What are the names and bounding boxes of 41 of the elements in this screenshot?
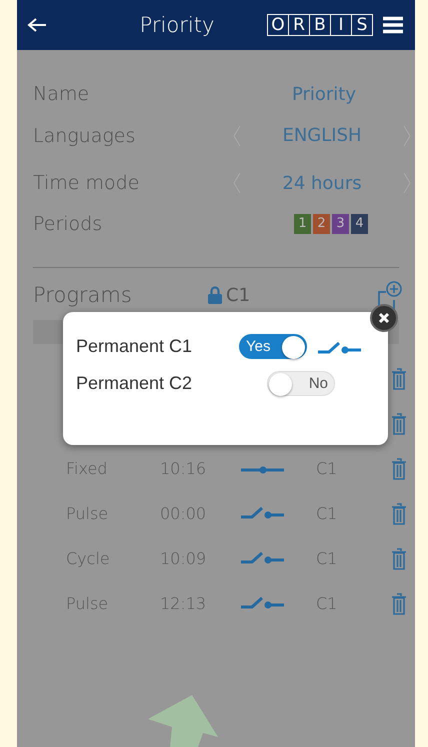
toggle-switch[interactable]: No xyxy=(267,371,335,396)
logo: O R B I S xyxy=(267,14,373,36)
program-time: 00:00 xyxy=(160,504,208,523)
setting-label: Languages xyxy=(33,124,136,146)
period-tag[interactable]: 1 xyxy=(294,214,311,234)
menu-icon[interactable] xyxy=(383,16,403,34)
program-type: Cycle xyxy=(65,549,111,568)
close-icon xyxy=(378,312,390,324)
period-tag[interactable]: 2 xyxy=(313,214,330,234)
back-arrow-icon[interactable] xyxy=(27,17,47,33)
program-channel: C1 xyxy=(316,594,338,613)
program-channel: C1 xyxy=(316,459,338,478)
setting-label: Name xyxy=(33,83,90,105)
arrow-icon xyxy=(148,695,218,747)
program-channel: C1 xyxy=(316,549,338,568)
trash-icon[interactable] xyxy=(391,546,407,570)
program-time: 10:09 xyxy=(160,549,208,568)
toggle-switch[interactable]: Yes xyxy=(239,334,307,359)
trash-icon[interactable] xyxy=(391,412,407,436)
page-title: Priority xyxy=(138,13,216,37)
program-type: Pulse xyxy=(65,594,110,613)
setting-value: ENGLISH xyxy=(281,125,363,146)
setting-value: 24 hours xyxy=(281,172,363,194)
trash-icon[interactable] xyxy=(391,367,407,391)
trash-icon[interactable] xyxy=(391,592,407,616)
program-time: 12:13 xyxy=(160,594,208,613)
close-button[interactable] xyxy=(370,304,398,332)
program-type: Pulse xyxy=(65,504,110,523)
program-type: Fixed xyxy=(65,459,108,478)
setting-label: Periods xyxy=(33,213,104,235)
setting-label: Time mode xyxy=(33,172,140,194)
period-tag[interactable]: 4 xyxy=(351,214,368,234)
trash-icon[interactable] xyxy=(391,502,407,526)
option-label: Permanent C1 xyxy=(76,336,194,357)
section-title: Programs xyxy=(33,283,133,307)
trash-icon[interactable] xyxy=(391,456,407,480)
period-tag[interactable]: 3 xyxy=(332,214,349,234)
program-channel: C1 xyxy=(316,504,338,523)
channel-label: C1 xyxy=(226,284,252,306)
option-label: Permanent C2 xyxy=(76,373,194,394)
program-time: 10:16 xyxy=(160,459,208,478)
